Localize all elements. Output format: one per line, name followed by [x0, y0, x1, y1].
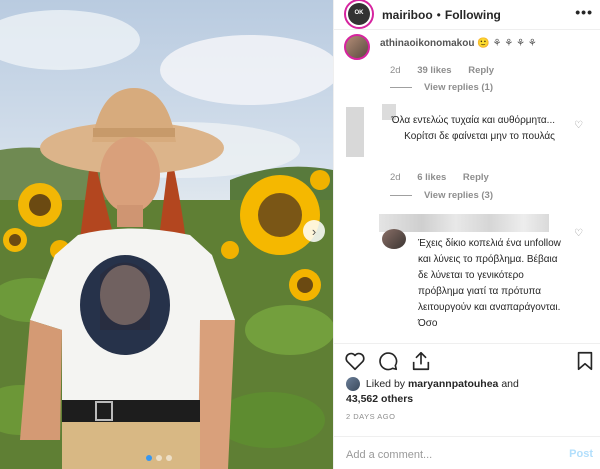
comment-author-blurred[interactable]	[379, 214, 549, 232]
save-bookmark-icon[interactable]	[574, 350, 596, 372]
post-side-panel: ΟΚ mairiboo • Following ••• athinaoikono…	[333, 0, 600, 469]
comment-meta: 2d 39 likes Reply	[390, 65, 508, 76]
following-button[interactable]: Following	[445, 8, 501, 22]
liker-avatar[interactable]	[346, 377, 360, 392]
like-comment-heart-icon[interactable]: ♡	[574, 228, 583, 239]
comment-age: 2d	[390, 65, 401, 76]
share-icon[interactable]	[410, 350, 432, 372]
carousel-dot	[166, 455, 172, 461]
carousel-dot-active	[146, 455, 152, 461]
comment-meta: 2d 6 likes Reply	[390, 172, 503, 183]
liker-username[interactable]: maryannpatouhea	[408, 378, 498, 390]
comment-likes[interactable]: 6 likes	[417, 172, 446, 183]
comment-avatar[interactable]	[382, 229, 406, 249]
comment-author-and-text: athinaoikonomakou 🙂 ⚘ ⚘ ⚘ ⚘	[380, 36, 580, 52]
comment-text: Όλα εντελώς τυχαία και αυθόρμητα... Κορί…	[391, 115, 555, 142]
comment-avatar[interactable]	[344, 34, 370, 60]
post-actions-bar	[334, 343, 600, 379]
more-options-icon[interactable]: •••	[575, 4, 593, 20]
comment-author[interactable]: athinaoikonomakou	[380, 38, 474, 49]
post-timestamp[interactable]: 2 DAYS AGO	[346, 412, 395, 421]
comment-age: 2d	[390, 172, 401, 183]
view-replies-button[interactable]: View replies (1)	[390, 82, 493, 93]
post-photo[interactable]: ›	[0, 0, 333, 469]
liked-by-summary: Liked by maryannpatouhea and 43,562 othe…	[346, 377, 596, 407]
comment-list[interactable]: athinaoikonomakou 🙂 ⚘ ⚘ ⚘ ⚘ 2d 39 likes …	[334, 31, 600, 343]
author-username[interactable]: mairiboo	[382, 8, 433, 22]
like-comment-heart-icon[interactable]: ♡	[574, 120, 583, 131]
add-comment-bar: Post	[334, 436, 600, 469]
header-separator: •	[436, 7, 441, 22]
carousel-dots	[146, 455, 172, 461]
author-avatar[interactable]: ΟΚ	[344, 0, 374, 29]
add-comment-input[interactable]	[346, 447, 551, 463]
likes-count[interactable]: 43,562 others	[346, 393, 413, 405]
comment-bubble-icon[interactable]	[377, 350, 399, 372]
post-header: ΟΚ mairiboo • Following •••	[334, 0, 600, 30]
comment-text: 🙂 ⚘ ⚘ ⚘ ⚘	[477, 38, 537, 49]
like-heart-icon[interactable]	[344, 350, 366, 372]
carousel-dot	[156, 455, 162, 461]
post-comment-button[interactable]: Post	[569, 448, 593, 460]
liked-and-label: and	[501, 378, 519, 390]
next-photo-arrow-icon[interactable]: ›	[303, 220, 325, 242]
view-replies-button[interactable]: View replies (3)	[390, 190, 493, 201]
photo-illustration	[0, 10, 333, 469]
reply-button[interactable]: Reply	[468, 65, 494, 76]
comment-avatar-blurred[interactable]	[346, 107, 364, 157]
comment-text: Έχεις δίκιο κοπελιά ένα unfollow και λύν…	[418, 238, 561, 329]
comment-likes[interactable]: 39 likes	[417, 65, 451, 76]
author-avatar-logo: ΟΚ	[348, 2, 370, 25]
reply-button[interactable]: Reply	[463, 172, 489, 183]
liked-by-label: Liked by	[365, 378, 406, 390]
